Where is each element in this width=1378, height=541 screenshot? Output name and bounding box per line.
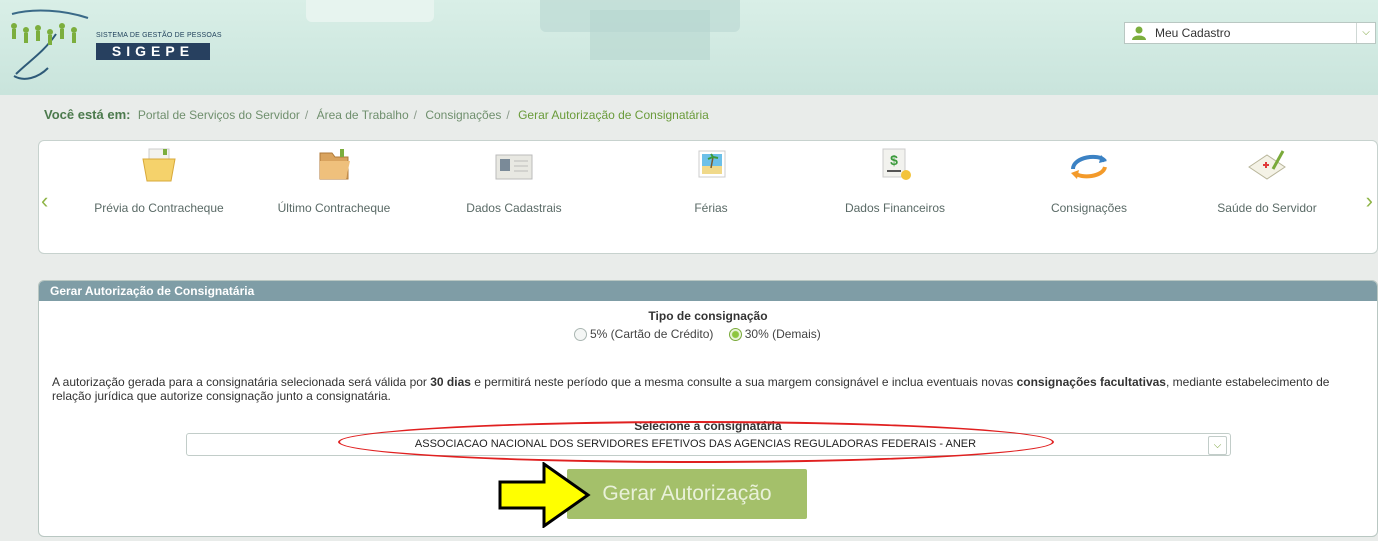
id-card-icon	[495, 154, 533, 180]
chevron-down-icon[interactable]: ⌵	[1208, 436, 1227, 455]
consignataria-selected-value: ASSOCIACAO NACIONAL DOS SERVIDORES EFETI…	[414, 438, 977, 450]
breadcrumb-separator: /	[413, 108, 417, 122]
sigepe-logo-icon	[11, 9, 89, 80]
breadcrumb-area-link[interactable]: Área de Trabalho	[317, 108, 409, 122]
app-header: SISTEMA DE GESTÃO DE PESSOAS SIGEPE Meu …	[0, 0, 1378, 95]
panel-title: Gerar Autorização de Consignatária	[39, 281, 1377, 301]
user-menu-label: Meu Cadastro	[1155, 26, 1231, 40]
option-label: 5% (Cartão de Crédito)	[590, 327, 714, 341]
user-icon	[1132, 26, 1146, 40]
option-cartao-credito[interactable]: 5% (Cartão de Crédito)	[574, 327, 717, 341]
tile-dados-financeiros[interactable]: $ Dados Financeiros	[825, 141, 965, 221]
tile-consignacoes[interactable]: Consignações	[1019, 141, 1159, 221]
tile-previa-contracheque[interactable]: Prévia do Contracheque	[89, 141, 229, 221]
breadcrumb-separator: /	[506, 108, 510, 122]
health-form-icon	[1248, 150, 1286, 180]
tile-label: Saúde do Servidor	[1217, 201, 1317, 215]
chevron-left-icon[interactable]: ‹	[41, 190, 48, 212]
gerar-autorizacao-button[interactable]: Gerar Autorização	[567, 469, 807, 519]
tile-label: Consignações	[1050, 201, 1128, 215]
header-decoration	[306, 0, 434, 22]
breadcrumb-portal-link[interactable]: Portal de Serviços do Servidor	[138, 108, 300, 122]
tile-label: Férias	[694, 201, 728, 215]
system-name: SIGEPE	[96, 43, 210, 60]
breadcrumb: Você está em: Portal de Serviços do Serv…	[44, 107, 709, 122]
tipo-consignacao-label: Tipo de consignação	[648, 309, 768, 323]
refresh-arrows-icon	[1071, 154, 1107, 179]
breadcrumb-consignacoes-link[interactable]: Consignações	[425, 108, 501, 122]
folder-document-icon	[142, 148, 176, 182]
chevron-down-icon[interactable]: ⌵	[1356, 23, 1375, 43]
radio-demais[interactable]	[728, 328, 742, 341]
option-label: 30% (Demais)	[744, 327, 821, 341]
tile-dados-cadastrais[interactable]: Dados Cadastrais	[444, 141, 584, 221]
breadcrumb-lead: Você está em:	[44, 107, 131, 122]
tile-ultimo-contracheque[interactable]: Último Contracheque	[264, 141, 404, 221]
authorization-notice: A autorização gerada para a consignatári…	[52, 375, 1330, 403]
tipo-consignacao-options: 5% (Cartão de Crédito) 30% (Demais)	[574, 327, 821, 341]
option-demais[interactable]: 30% (Demais)	[728, 327, 821, 341]
svg-text:$: $	[890, 152, 898, 168]
tile-saude-servidor[interactable]: Saúde do Servidor	[1197, 141, 1337, 221]
tile-label: Último Contracheque	[277, 201, 391, 215]
beach-photo-icon	[698, 150, 726, 178]
breadcrumb-separator: /	[304, 108, 309, 122]
header-decoration	[590, 10, 710, 60]
tile-label: Dados Financeiros	[844, 201, 946, 215]
select-consignataria-label: Selecione a consignatária	[634, 419, 782, 433]
breadcrumb-current: Gerar Autorização de Consignatária	[518, 108, 709, 122]
system-subtitle: SISTEMA DE GESTÃO DE PESSOAS	[96, 32, 222, 39]
tile-ferias[interactable]: Férias	[641, 141, 781, 221]
consignataria-select[interactable]: ASSOCIACAO NACIONAL DOS SERVIDORES EFETI…	[186, 433, 1231, 456]
user-menu-dropdown[interactable]: Meu Cadastro ⌵	[1124, 22, 1376, 44]
radio-cartao-credito[interactable]	[574, 328, 587, 341]
chevron-right-icon[interactable]: ›	[1366, 190, 1373, 212]
services-carousel: ‹ Prévia do Contracheque Último Contrach…	[38, 140, 1378, 254]
money-icon: $	[882, 148, 911, 180]
annotation-arrow-icon	[498, 462, 591, 528]
tile-label: Prévia do Contracheque	[94, 201, 224, 215]
tile-label: Dados Cadastrais	[466, 201, 562, 215]
folder-open-icon	[319, 149, 350, 180]
